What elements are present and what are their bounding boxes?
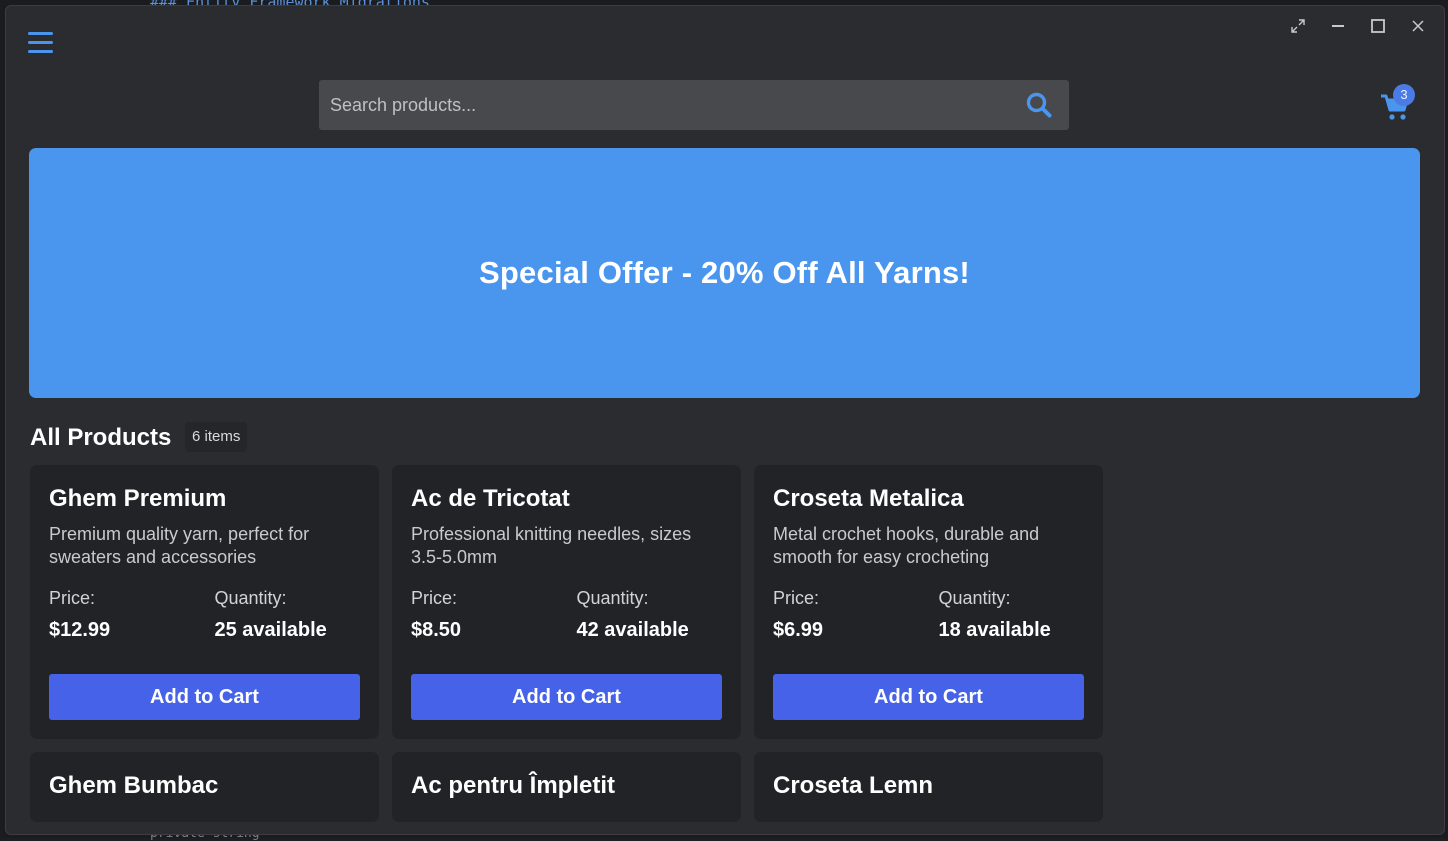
product-card: Croseta Lemn <box>754 752 1103 822</box>
price-block: Price: $12.99 <box>49 587 205 642</box>
product-meta: Price: $8.50 Quantity: 42 available <box>411 587 722 642</box>
product-name: Ghem Bumbac <box>49 772 219 799</box>
hamburger-menu-icon-line <box>28 41 53 44</box>
product-card: Ac de Tricotat Professional knitting nee… <box>392 465 741 739</box>
search-input[interactable] <box>319 80 1009 130</box>
app-window: 3 Special Offer - 20% Off All Yarns! All… <box>5 5 1445 835</box>
maximize-button[interactable] <box>1358 14 1398 38</box>
quantity-label: Quantity: <box>576 588 649 608</box>
expand-button[interactable] <box>1278 14 1318 38</box>
minimize-icon <box>1332 25 1344 27</box>
close-icon <box>1412 20 1424 32</box>
section-title: All Products <box>30 424 172 451</box>
minimize-button[interactable] <box>1318 14 1358 38</box>
quantity-label: Quantity: <box>214 588 287 608</box>
product-meta: Price: $12.99 Quantity: 25 available <box>49 587 360 642</box>
search-icon <box>1026 92 1052 118</box>
add-to-cart-button[interactable]: Add to Cart <box>411 674 722 720</box>
quantity-block: Quantity: 18 available <box>929 587 1085 642</box>
product-card: Ghem Premium Premium quality yarn, perfe… <box>30 465 379 739</box>
promo-banner[interactable]: Special Offer - 20% Off All Yarns! <box>29 148 1420 398</box>
price-label: Price: <box>49 588 96 608</box>
product-name: Croseta Metalica <box>773 485 964 512</box>
add-to-cart-button[interactable]: Add to Cart <box>773 674 1084 720</box>
quantity-block: Quantity: 42 available <box>567 587 723 642</box>
price-label: Price: <box>411 588 458 608</box>
product-description: Metal crochet hooks, durable and smooth … <box>773 524 1040 567</box>
cart-button[interactable]: 3 <box>1380 84 1420 122</box>
quantity-block: Quantity: 25 available <box>205 587 361 642</box>
item-count-badge: 6 items <box>185 422 248 452</box>
price-label: Price: <box>773 588 820 608</box>
hamburger-menu-button[interactable] <box>28 32 54 56</box>
search-button[interactable] <box>1009 80 1069 130</box>
product-meta: Price: $6.99 Quantity: 18 available <box>773 587 1084 642</box>
product-description: Premium quality yarn, perfect for sweate… <box>49 524 310 567</box>
product-name: Ghem Premium <box>49 485 227 512</box>
expand-icon <box>1291 19 1305 33</box>
product-card: Croseta Metalica Metal crochet hooks, du… <box>754 465 1103 739</box>
hamburger-menu-icon-line <box>28 50 53 53</box>
search-bar <box>319 80 1069 130</box>
quantity-value: 18 available <box>938 619 1051 641</box>
product-card: Ghem Bumbac <box>30 752 379 822</box>
quantity-label: Quantity: <box>938 588 1011 608</box>
close-button[interactable] <box>1398 14 1438 38</box>
promo-banner-text: Special Offer - 20% Off All Yarns! <box>479 255 970 290</box>
cart-count-badge: 3 <box>1393 84 1415 106</box>
product-name: Croseta Lemn <box>773 772 934 799</box>
quantity-value: 42 available <box>576 619 689 641</box>
product-name: Ac de Tricotat <box>411 485 570 512</box>
product-card: Ac pentru Împletit <box>392 752 741 822</box>
price-block: Price: $6.99 <box>773 587 929 642</box>
product-grid: Ghem Premium Premium quality yarn, perfe… <box>30 465 1103 822</box>
hamburger-menu-icon <box>28 32 53 35</box>
product-name: Ac pentru Împletit <box>411 772 616 799</box>
maximize-icon <box>1371 19 1385 33</box>
price-value: $12.99 <box>49 619 111 641</box>
add-to-cart-button[interactable]: Add to Cart <box>49 674 360 720</box>
quantity-value: 25 available <box>214 619 327 641</box>
price-value: $6.99 <box>773 619 824 641</box>
price-value: $8.50 <box>411 619 462 641</box>
price-block: Price: $8.50 <box>411 587 567 642</box>
window-controls <box>1278 14 1438 38</box>
product-description: Professional knitting needles, sizes 3.5… <box>411 524 692 567</box>
